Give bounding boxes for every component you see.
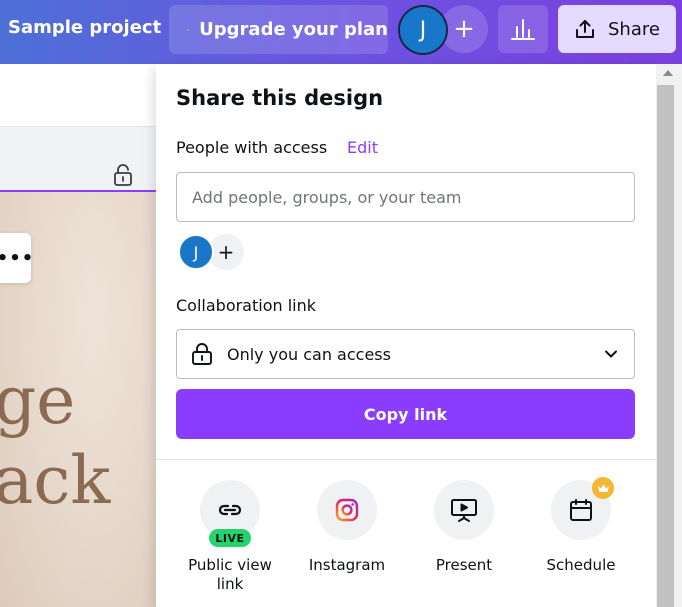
present-circle[interactable] bbox=[434, 480, 494, 540]
plus-icon: + bbox=[217, 240, 235, 264]
instagram-option[interactable]: Instagram bbox=[292, 480, 402, 575]
present-icon bbox=[451, 499, 477, 522]
avatar-initial: J bbox=[419, 17, 427, 43]
editor-toolbar bbox=[0, 64, 156, 126]
bar-chart-icon bbox=[511, 19, 535, 40]
copy-link-button[interactable]: Copy link bbox=[176, 389, 635, 439]
panel-scrollbar[interactable] bbox=[656, 64, 682, 607]
lock-icon bbox=[192, 343, 212, 365]
upgrade-plan-label: Upgrade your plan bbox=[199, 19, 388, 40]
canvas-text-line-2: ack bbox=[0, 442, 111, 519]
link-access-dropdown[interactable]: Only you can access bbox=[176, 329, 635, 379]
public-view-link-label: Public view link bbox=[188, 556, 272, 593]
crown-icon bbox=[597, 483, 609, 492]
upload-share-icon bbox=[576, 20, 594, 38]
live-badge: LIVE bbox=[209, 529, 251, 547]
scroll-up-arrow-icon[interactable] bbox=[663, 70, 673, 76]
public-view-link-circle[interactable]: LIVE bbox=[200, 480, 260, 547]
share-button[interactable]: Share bbox=[558, 5, 676, 53]
panel-title: Share this design bbox=[176, 86, 384, 110]
present-option[interactable]: Present bbox=[409, 480, 519, 575]
unlocked-icon[interactable] bbox=[113, 164, 133, 186]
instagram-icon bbox=[335, 498, 359, 522]
edit-access-link[interactable]: Edit bbox=[347, 138, 378, 157]
schedule-label: Schedule bbox=[546, 556, 616, 574]
scrollbar-thumb[interactable] bbox=[657, 85, 674, 607]
premium-crown-badge bbox=[592, 477, 614, 499]
schedule-circle[interactable] bbox=[551, 477, 614, 540]
upgrade-plan-button[interactable]: Upgrade your plan bbox=[169, 5, 388, 54]
page-header-band bbox=[0, 126, 156, 192]
share-label: Share bbox=[608, 18, 660, 40]
add-people-input[interactable] bbox=[176, 172, 635, 222]
analytics-button[interactable] bbox=[498, 5, 548, 53]
schedule-option[interactable]: Schedule bbox=[526, 477, 636, 575]
crown-icon bbox=[187, 28, 190, 31]
link-icon bbox=[218, 504, 242, 516]
instagram-label: Instagram bbox=[308, 556, 386, 574]
canvas-text-line-1: ge bbox=[0, 362, 76, 439]
public-view-link-option[interactable]: LIVE Public view link bbox=[175, 480, 285, 594]
project-title[interactable]: Sample project bbox=[8, 17, 161, 38]
calendar-icon bbox=[570, 499, 592, 521]
more-dots-icon: ••• bbox=[0, 247, 35, 269]
people-access-label: People with access bbox=[176, 138, 328, 157]
link-access-value: Only you can access bbox=[227, 344, 391, 364]
plus-icon: + bbox=[453, 14, 475, 44]
top-bar: Sample project Upgrade your plan + J Sha… bbox=[0, 0, 682, 64]
instagram-circle[interactable] bbox=[317, 480, 377, 540]
collaborator-avatar[interactable]: J bbox=[178, 234, 214, 270]
avatar-initial: J bbox=[193, 242, 199, 262]
share-panel: Share this design People with access Edi… bbox=[156, 64, 656, 607]
user-avatar[interactable]: J bbox=[398, 5, 448, 55]
collaboration-link-label: Collaboration link bbox=[176, 296, 317, 315]
more-options-button[interactable]: ••• bbox=[0, 233, 35, 283]
chevron-down-icon bbox=[605, 350, 617, 358]
present-label: Present bbox=[435, 556, 493, 574]
divider bbox=[156, 459, 656, 460]
